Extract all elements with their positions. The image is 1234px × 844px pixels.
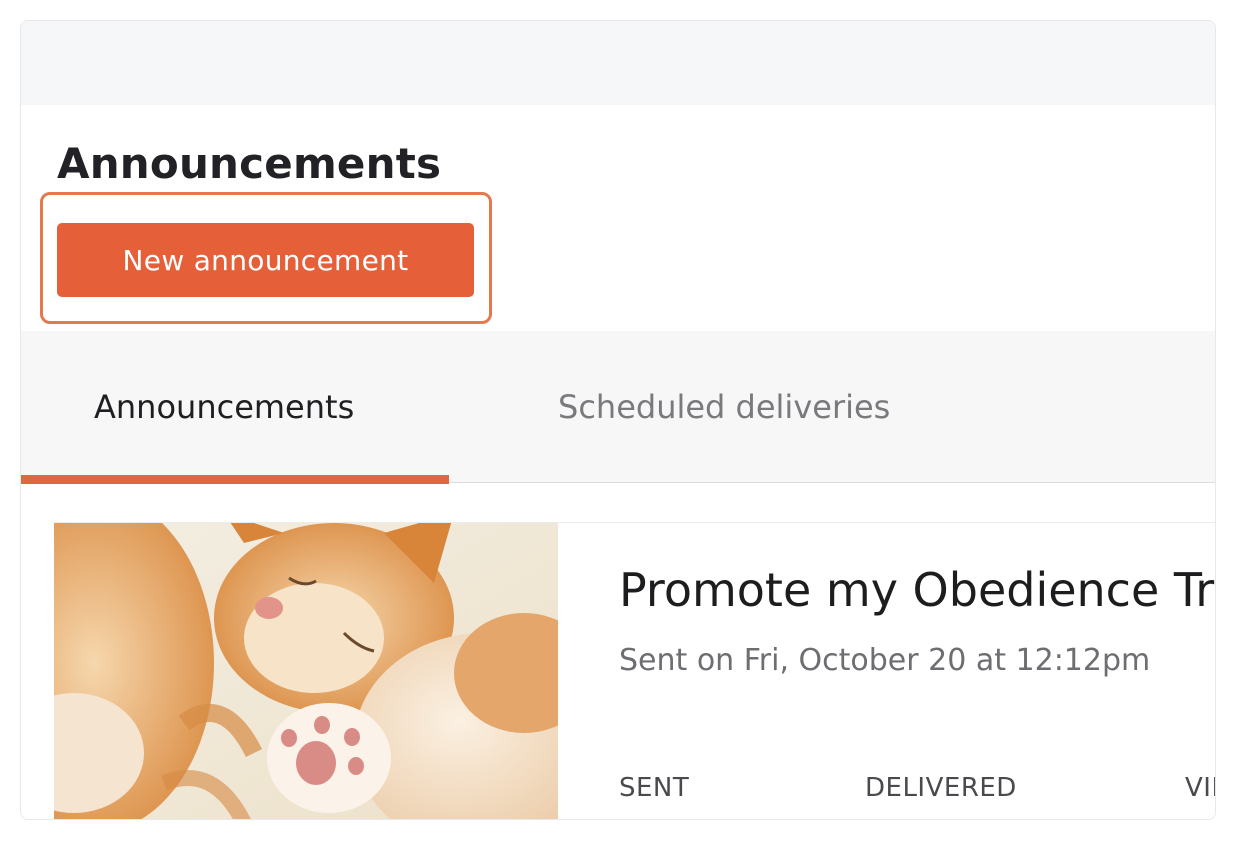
top-bar bbox=[21, 21, 1215, 105]
stat-viewed-label: VIE bbox=[1185, 773, 1215, 803]
tab-announcements[interactable]: Announcements bbox=[21, 331, 449, 484]
announcement-image bbox=[54, 523, 558, 819]
tab-scheduled-deliveries-label: Scheduled deliveries bbox=[558, 388, 891, 426]
tab-announcements-label: Announcements bbox=[94, 388, 355, 426]
kitten-photo-icon bbox=[54, 523, 558, 819]
page-title: Announcements bbox=[57, 139, 442, 188]
app-window: Announcements New announcement Announcem… bbox=[20, 20, 1216, 820]
active-tab-indicator bbox=[21, 475, 449, 484]
stat-delivered-label: DELIVERED bbox=[865, 773, 1017, 803]
tab-scheduled-deliveries[interactable]: Scheduled deliveries bbox=[558, 331, 890, 483]
announcement-card[interactable]: Promote my Obedience Tra Sent on Fri, Oc… bbox=[54, 522, 1215, 819]
new-announcement-button[interactable]: New announcement bbox=[57, 223, 474, 297]
announcement-title[interactable]: Promote my Obedience Tra bbox=[619, 563, 1215, 617]
tab-bar: Announcements Scheduled deliveries bbox=[21, 331, 1215, 484]
stat-sent-label: SENT bbox=[619, 773, 690, 803]
announcement-sent-date: Sent on Fri, October 20 at 12:12pm bbox=[619, 643, 1151, 678]
